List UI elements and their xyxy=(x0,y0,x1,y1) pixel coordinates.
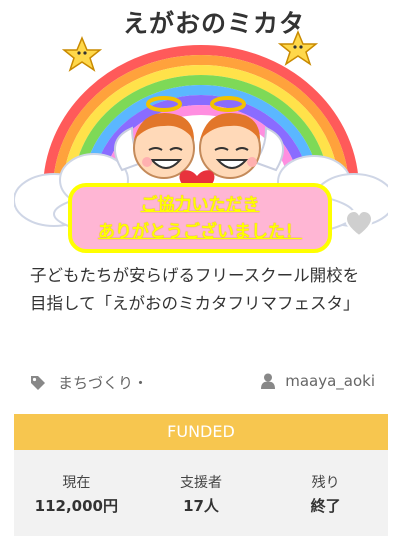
project-meta: まちづくり・ maaya_aoki xyxy=(30,368,375,396)
star-icon-left xyxy=(61,36,103,72)
stat-value: 17人 xyxy=(183,497,219,515)
category-link[interactable]: まちづくり・ xyxy=(30,372,148,393)
stat-label: 支援者 xyxy=(180,475,222,491)
banner-line-1: ご協力いただき xyxy=(140,195,260,215)
stat-remaining: 残り 終了 xyxy=(263,450,388,536)
stat-current: 現在 112,000円 xyxy=(14,450,139,536)
owner-link[interactable]: maaya_aoki xyxy=(261,372,375,390)
heart-icon xyxy=(344,210,374,238)
category-label: まちづくり・ xyxy=(58,374,149,392)
favorite-button[interactable] xyxy=(344,210,374,238)
tag-icon xyxy=(31,375,45,390)
project-title[interactable]: 子どもたちが安らげるフリースクール開校を目指して「えがおのミカタフリマフェスタ」 xyxy=(30,262,375,318)
funded-status-bar: FUNDED xyxy=(14,414,388,450)
banner-line-2: ありがとうございました！ xyxy=(98,222,302,242)
stat-supporters: 支援者 17人 xyxy=(139,450,264,536)
stat-label: 現在 xyxy=(62,475,91,491)
owner-name: maaya_aoki xyxy=(285,372,375,390)
stat-value: 112,000円 xyxy=(34,497,118,515)
thank-you-banner: ご協力いただき ありがとうございました！ xyxy=(68,183,332,253)
angel-right xyxy=(199,113,261,179)
project-card[interactable]: えがおのミカタ ご協力いただき ありがとうございました！ 子どもたちが安らげるフ… xyxy=(14,0,388,536)
project-hero-image[interactable]: えがおのミカタ ご協力いただき ありがとうございました！ xyxy=(14,0,388,256)
angel-left xyxy=(133,113,195,179)
user-icon xyxy=(261,373,276,389)
project-stats: 現在 112,000円 支援者 17人 残り 終了 xyxy=(14,450,388,536)
stat-label: 残り xyxy=(311,475,340,491)
stat-value: 終了 xyxy=(310,497,341,515)
hero-title: えがおのミカタ xyxy=(122,9,305,38)
